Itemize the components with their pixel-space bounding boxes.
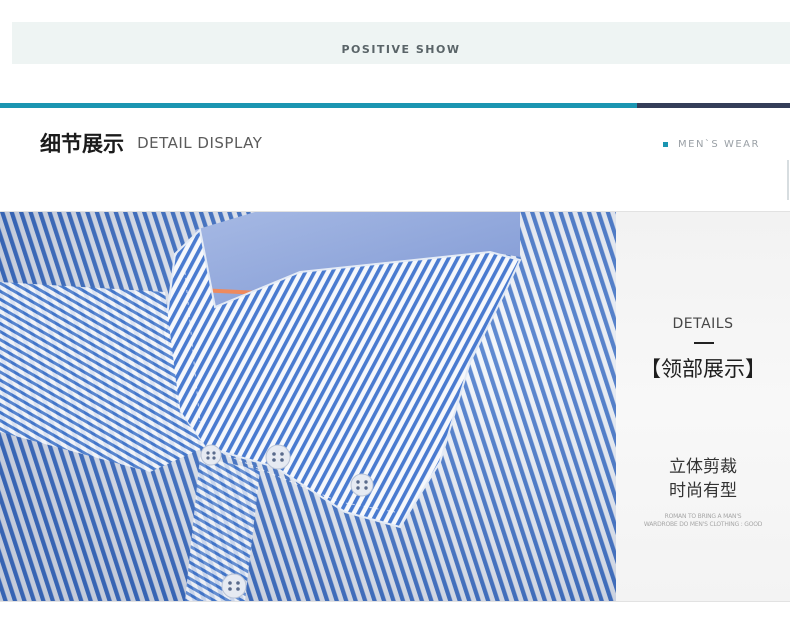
brand-tag-label: MEN`S WEAR — [678, 139, 760, 150]
slogan: 立体剪裁 时尚有型 — [616, 455, 790, 503]
collar-button-right — [350, 473, 374, 497]
slogan-line-1: 立体剪裁 — [669, 457, 737, 477]
collar-button-center — [265, 444, 291, 470]
details-label-cn: 【领部展示】 — [640, 357, 766, 381]
collar-photo: ROMAN 42 — [0, 212, 616, 601]
section-title-en: DETAIL DISPLAY — [137, 134, 263, 152]
collar-button-left — [200, 444, 222, 466]
edge-accent-line — [787, 160, 789, 200]
fineprint: ROMAN TO BRING A MAN'S WARDROBE DO MEN'S… — [616, 513, 790, 529]
square-bullet-icon — [663, 141, 668, 147]
placket-button — [221, 573, 247, 599]
section-title-cn: 细节展示 — [40, 132, 124, 156]
details-underline — [694, 342, 714, 344]
slogan-line-2: 时尚有型 — [669, 481, 737, 501]
fineprint-line-1: ROMAN TO BRING A MAN'S — [664, 513, 742, 520]
section-heading: 细节展示 DETAIL DISPLAY — [40, 128, 262, 158]
shirt-collar-illustration: ROMAN 42 — [0, 212, 616, 601]
brand-tag: MEN`S WEAR — [663, 139, 760, 150]
banner-label: POSITIVE SHOW — [341, 43, 461, 56]
positive-show-banner: POSITIVE SHOW — [12, 22, 790, 64]
divider-teal — [0, 103, 637, 108]
fineprint-line-2: WARDROBE DO MEN'S CLOTHING : GOOD — [643, 521, 763, 528]
details-label-en: DETAILS — [672, 316, 734, 332]
detail-side-panel — [616, 212, 790, 601]
divider-navy — [637, 103, 790, 108]
rule-bottom — [0, 601, 790, 602]
